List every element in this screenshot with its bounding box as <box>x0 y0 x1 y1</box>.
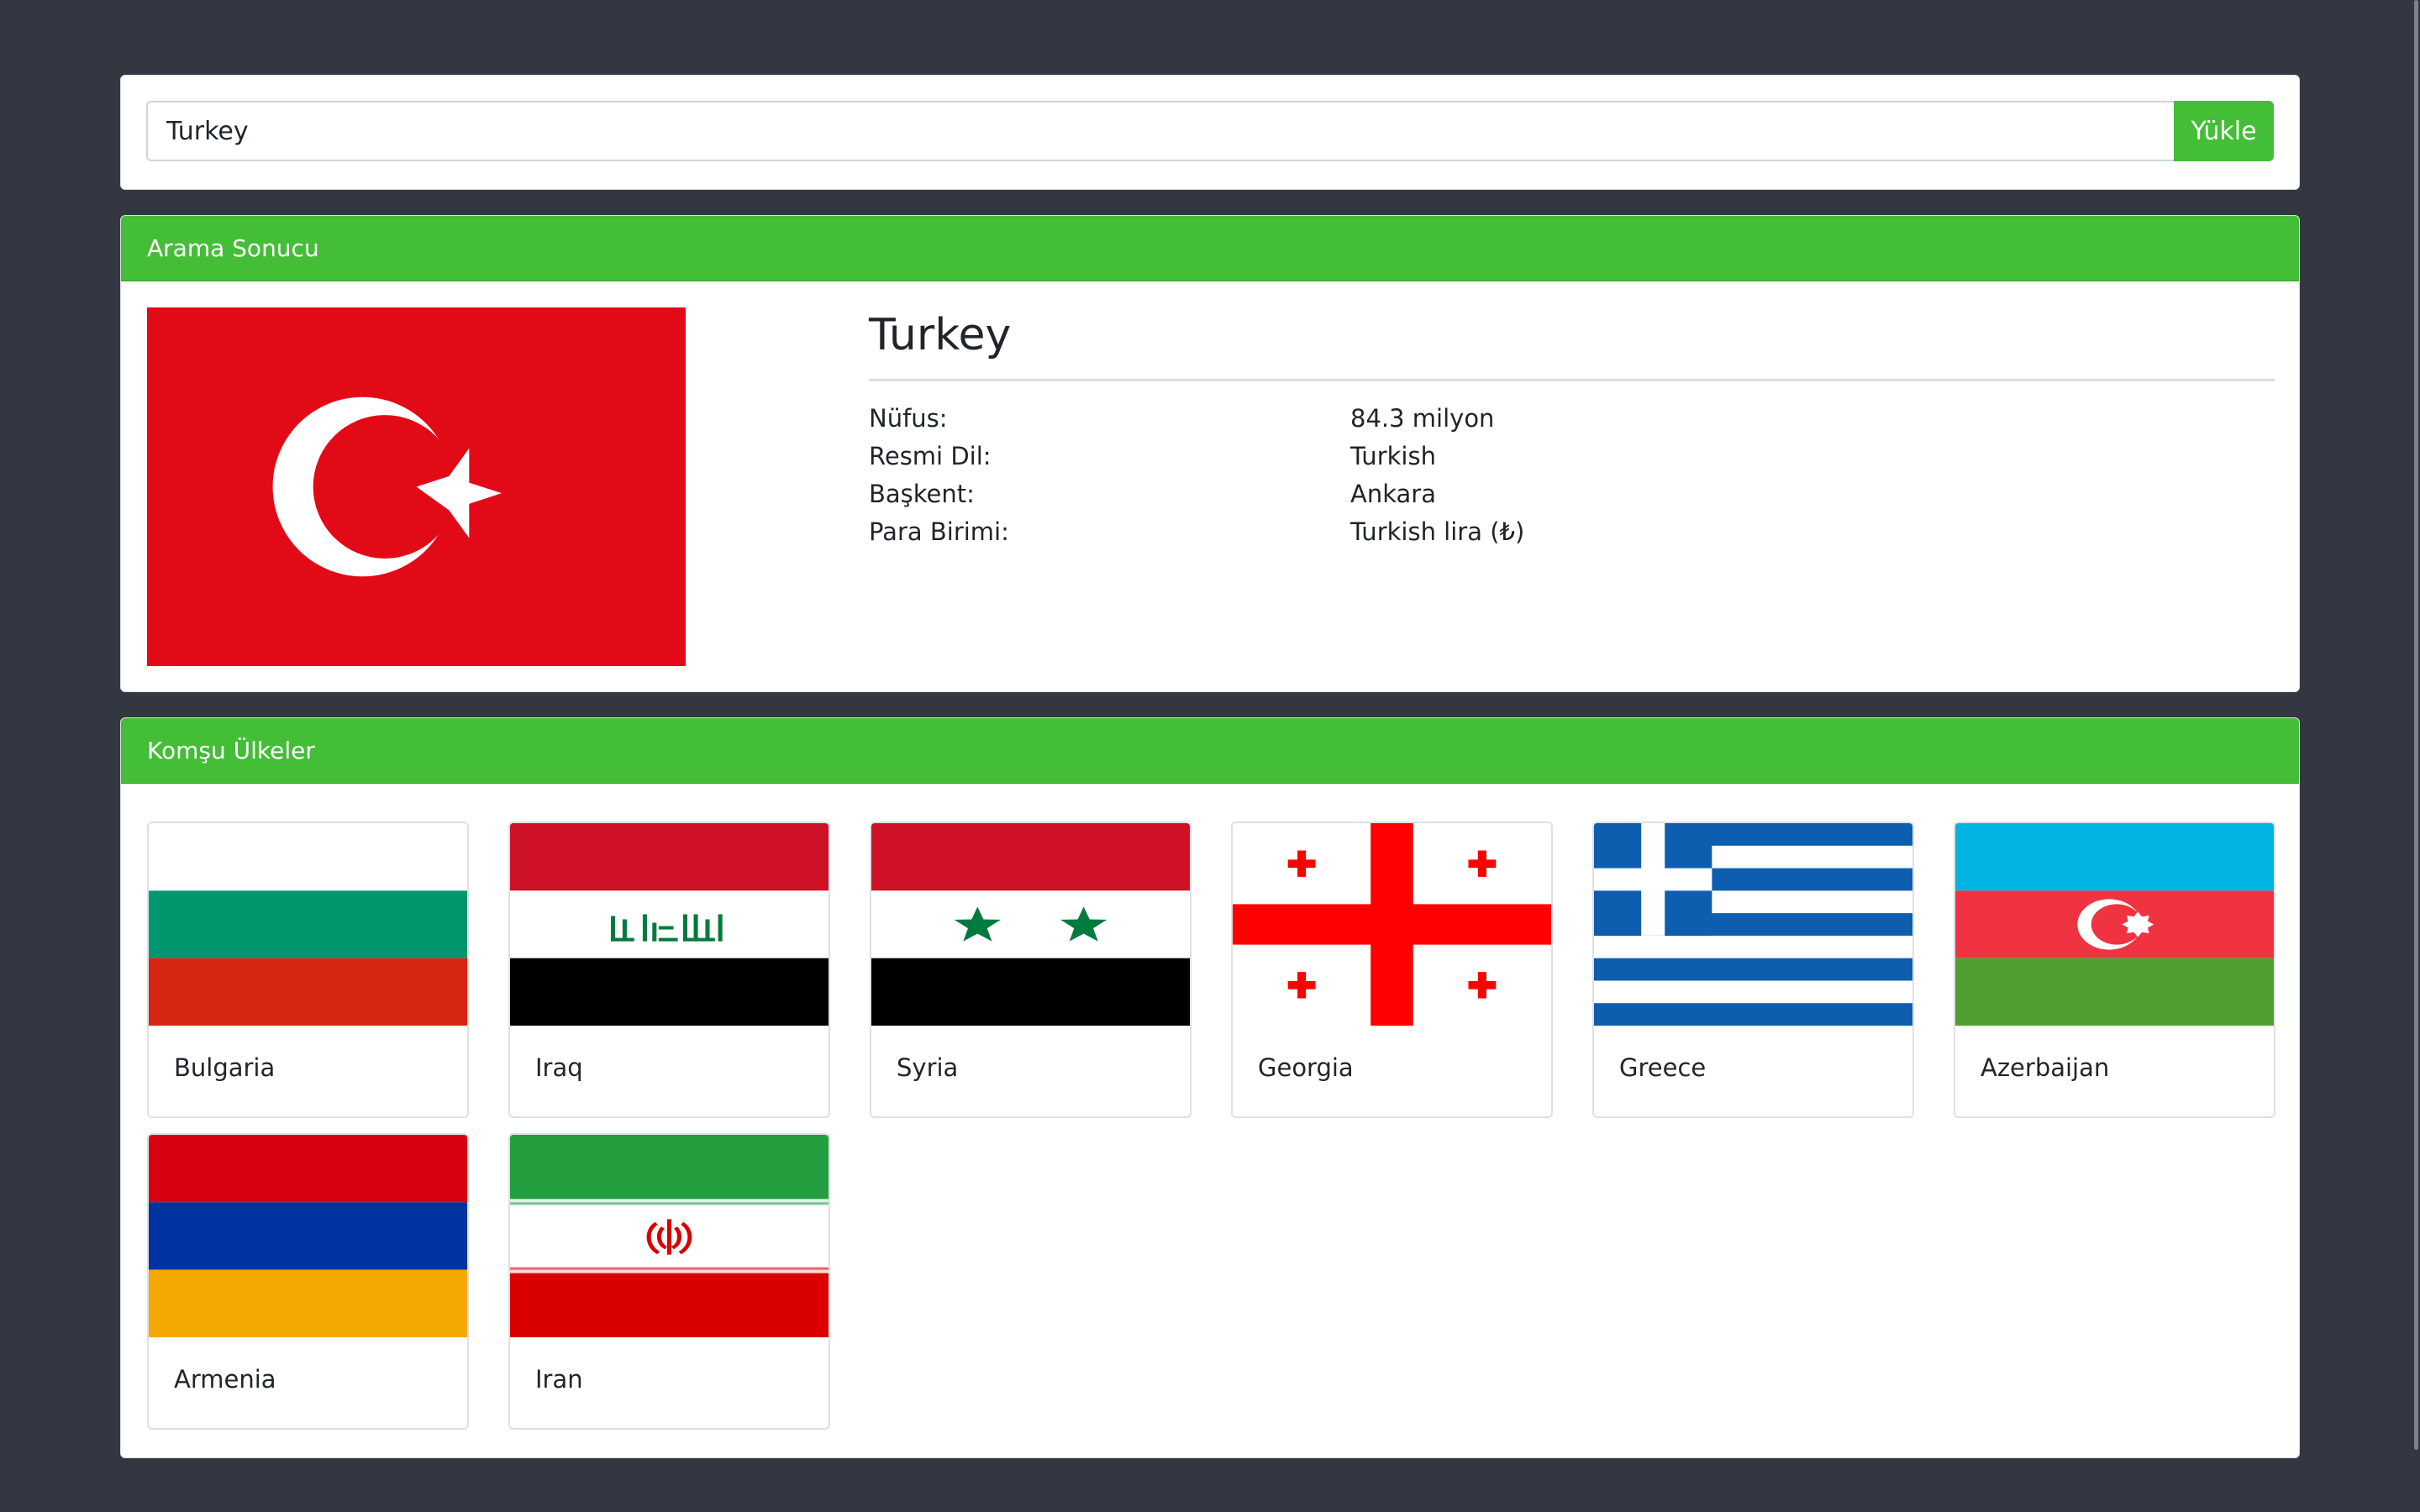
neighbors-grid: Bulgaria Iraq Syria Georgia Greece Azerb… <box>121 784 2299 1457</box>
georgia-flag <box>1233 823 1551 1026</box>
load-button[interactable]: Yükle <box>2174 101 2274 161</box>
neighbor-name: Azerbaijan <box>1981 1053 2110 1082</box>
currency-value: Turkish lira (₺) <box>1350 517 1525 546</box>
neighbor-card-armenia[interactable]: Armenia <box>147 1133 469 1430</box>
search-input-group: Yükle <box>146 101 2274 161</box>
neighbor-card-bulgaria[interactable]: Bulgaria <box>147 822 469 1118</box>
neighbor-name: Iraq <box>535 1053 583 1082</box>
neighbor-name: Georgia <box>1258 1053 1354 1082</box>
currency-label: Para Birimi: <box>869 517 1009 546</box>
neighbor-card-georgia[interactable]: Georgia <box>1231 822 1553 1118</box>
info-row-capital: Başkent: Ankara <box>869 475 2275 513</box>
neighbor-card-iraq[interactable]: Iraq <box>508 822 830 1118</box>
language-label: Resmi Dil: <box>869 442 992 470</box>
neighbors-card: Komşu Ülkeler Bulgaria Iraq Syria Georgi… <box>120 717 2300 1458</box>
azerbaijan-flag <box>1955 823 2274 1026</box>
population-label: Nüfus: <box>869 404 948 433</box>
search-result-card: Arama Sonucu Turkey Nüfus: 84.3 milyon R… <box>120 215 2300 692</box>
bulgaria-flag <box>149 823 467 1026</box>
iran-flag <box>510 1135 829 1337</box>
search-input[interactable] <box>146 101 2174 161</box>
greece-flag <box>1594 823 1912 1026</box>
neighbor-card-greece[interactable]: Greece <box>1592 822 1914 1118</box>
scrollbar-thumb[interactable] <box>2414 0 2418 1450</box>
country-name: Turkey <box>869 310 1012 360</box>
armenia-flag <box>149 1135 467 1337</box>
info-row-currency: Para Birimi: Turkish lira (₺) <box>869 513 2275 551</box>
turkey-flag <box>147 307 686 666</box>
search-result-header: Arama Sonucu <box>121 216 2299 281</box>
page-container: Yükle Arama Sonucu Turkey Nüfus: 84.3 mi… <box>120 75 2300 1458</box>
neighbors-header: Komşu Ülkeler <box>121 718 2299 784</box>
capital-label: Başkent: <box>869 480 975 508</box>
neighbor-name: Syria <box>897 1053 959 1082</box>
language-value: Turkish <box>1350 442 1436 470</box>
search-card: Yükle <box>120 75 2300 190</box>
population-value: 84.3 milyon <box>1350 404 1495 433</box>
neighbor-name: Armenia <box>174 1365 276 1394</box>
info-row-population: Nüfus: 84.3 milyon <box>869 400 2275 438</box>
iraq-flag <box>510 823 829 1026</box>
neighbor-name: Bulgaria <box>174 1053 276 1082</box>
country-info: Turkey Nüfus: 84.3 milyon Resmi Dil: Tur… <box>869 302 2275 551</box>
neighbor-card-azerbaijan[interactable]: Azerbaijan <box>1954 822 2275 1118</box>
neighbor-name: Greece <box>1619 1053 1707 1082</box>
neighbor-name: Iran <box>535 1365 583 1394</box>
info-row-language: Resmi Dil: Turkish <box>869 438 2275 475</box>
neighbor-card-syria[interactable]: Syria <box>870 822 1192 1118</box>
syria-flag <box>871 823 1190 1026</box>
info-divider <box>869 379 2275 381</box>
neighbor-card-iran[interactable]: Iran <box>508 1133 830 1430</box>
capital-value: Ankara <box>1350 480 1436 508</box>
search-result-body: Turkey Nüfus: 84.3 milyon Resmi Dil: Tur… <box>121 281 2299 691</box>
